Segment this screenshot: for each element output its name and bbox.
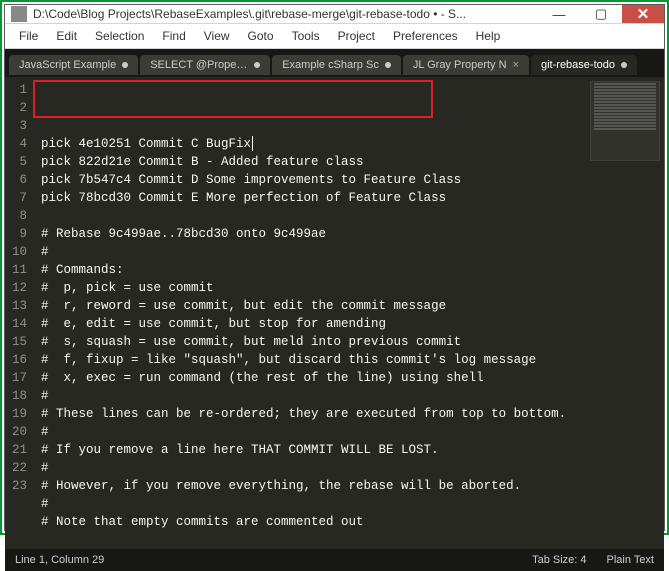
- menu-preferences[interactable]: Preferences: [385, 27, 466, 45]
- line-number: 8: [9, 207, 27, 225]
- tab-label: git-rebase-todo: [541, 59, 615, 71]
- line-number: 18: [9, 387, 27, 405]
- menu-selection[interactable]: Selection: [87, 27, 152, 45]
- tab-csharp-example[interactable]: Example cSharp Sc: [272, 55, 401, 75]
- line-number: 22: [9, 459, 27, 477]
- code-line[interactable]: pick 822d21e Commit B - Added feature cl…: [41, 153, 664, 171]
- close-icon[interactable]: ×: [513, 59, 519, 71]
- maximize-button[interactable]: ▢: [580, 5, 622, 23]
- code-line[interactable]: #: [41, 495, 664, 513]
- minimap[interactable]: [590, 81, 660, 161]
- code-line[interactable]: pick 4e10251 Commit C BugFix: [41, 135, 664, 153]
- statusbar: Line 1, Column 29 Tab Size: 4 Plain Text: [5, 549, 664, 571]
- line-number: 12: [9, 279, 27, 297]
- tab-label: JL Gray Property N: [413, 59, 507, 71]
- code-line[interactable]: pick 7b547c4 Commit D Some improvements …: [41, 171, 664, 189]
- status-syntax[interactable]: Plain Text: [607, 554, 655, 566]
- code-line[interactable]: [41, 207, 664, 225]
- line-number: 17: [9, 369, 27, 387]
- dirty-icon: [254, 62, 260, 68]
- line-number: 7: [9, 189, 27, 207]
- dirty-icon: [621, 62, 627, 68]
- highlight-box: [33, 80, 433, 118]
- code-content[interactable]: pick 4e10251 Commit C BugFixpick 822d21e…: [35, 77, 664, 549]
- menu-goto[interactable]: Goto: [240, 27, 282, 45]
- app-icon: [11, 6, 27, 22]
- code-line[interactable]: #: [41, 459, 664, 477]
- tab-label: Example cSharp Sc: [282, 59, 379, 71]
- status-position[interactable]: Line 1, Column 29: [15, 554, 104, 566]
- tab-javascript-example[interactable]: JavaScript Example: [9, 55, 138, 75]
- code-line[interactable]: [41, 531, 664, 549]
- menu-tools[interactable]: Tools: [284, 27, 328, 45]
- dirty-icon: [122, 62, 128, 68]
- line-number: 2: [9, 99, 27, 117]
- menubar: File Edit Selection Find View Goto Tools…: [5, 24, 664, 49]
- status-tabsize[interactable]: Tab Size: 4: [532, 554, 586, 566]
- code-line[interactable]: # x, exec = run command (the rest of the…: [41, 369, 664, 387]
- menu-project[interactable]: Project: [330, 27, 383, 45]
- code-line[interactable]: # Commands:: [41, 261, 664, 279]
- line-number: 11: [9, 261, 27, 279]
- code-line[interactable]: # p, pick = use commit: [41, 279, 664, 297]
- line-number: 15: [9, 333, 27, 351]
- code-line[interactable]: # If you remove a line here THAT COMMIT …: [41, 441, 664, 459]
- titlebar[interactable]: D:\Code\Blog Projects\RebaseExamples\.gi…: [5, 5, 664, 24]
- code-line[interactable]: # However, if you remove everything, the…: [41, 477, 664, 495]
- menu-find[interactable]: Find: [154, 27, 193, 45]
- tab-git-rebase-todo[interactable]: git-rebase-todo: [531, 55, 637, 75]
- close-button[interactable]: ✕: [622, 5, 664, 23]
- code-line[interactable]: #: [41, 387, 664, 405]
- code-line[interactable]: #: [41, 423, 664, 441]
- tabbar: JavaScript Example SELECT @Property Exam…: [5, 49, 664, 77]
- dirty-icon: [385, 62, 391, 68]
- line-number: 1: [9, 81, 27, 99]
- code-body[interactable]: 1234567891011121314151617181920212223 pi…: [5, 77, 664, 549]
- code-line[interactable]: # e, edit = use commit, but stop for ame…: [41, 315, 664, 333]
- code-line[interactable]: #: [41, 243, 664, 261]
- window: D:\Code\Blog Projects\RebaseExamples\.gi…: [4, 4, 665, 531]
- code-line[interactable]: # These lines can be re-ordered; they ar…: [41, 405, 664, 423]
- line-number: 21: [9, 441, 27, 459]
- line-number: 23: [9, 477, 27, 495]
- line-number: 13: [9, 297, 27, 315]
- window-title: D:\Code\Blog Projects\RebaseExamples\.gi…: [33, 7, 538, 21]
- menu-help[interactable]: Help: [468, 27, 509, 45]
- line-number: 6: [9, 171, 27, 189]
- code-line[interactable]: # Rebase 9c499ae..78bcd30 onto 9c499ae: [41, 225, 664, 243]
- minimize-button[interactable]: —: [538, 5, 580, 23]
- menu-file[interactable]: File: [11, 27, 46, 45]
- code-line[interactable]: # f, fixup = like "squash", but discard …: [41, 351, 664, 369]
- text-cursor: [252, 136, 253, 151]
- code-line[interactable]: # Note that empty commits are commented …: [41, 513, 664, 531]
- line-number: 5: [9, 153, 27, 171]
- tab-label: JavaScript Example: [19, 59, 116, 71]
- menu-edit[interactable]: Edit: [48, 27, 85, 45]
- line-number: 3: [9, 117, 27, 135]
- line-number: 16: [9, 351, 27, 369]
- line-number: 20: [9, 423, 27, 441]
- tab-select-property[interactable]: SELECT @Property: [140, 55, 270, 75]
- code-line[interactable]: pick 78bcd30 Commit E More perfection of…: [41, 189, 664, 207]
- menu-view[interactable]: View: [196, 27, 238, 45]
- line-number: 4: [9, 135, 27, 153]
- code-line[interactable]: # s, squash = use commit, but meld into …: [41, 333, 664, 351]
- tab-jl-gray-property[interactable]: JL Gray Property N ×: [403, 55, 529, 75]
- line-number: 9: [9, 225, 27, 243]
- tab-label: SELECT @Property: [150, 59, 248, 71]
- editor-area: JavaScript Example SELECT @Property Exam…: [5, 49, 664, 571]
- code-line[interactable]: # r, reword = use commit, but edit the c…: [41, 297, 664, 315]
- gutter: 1234567891011121314151617181920212223: [5, 77, 35, 549]
- line-number: 10: [9, 243, 27, 261]
- line-number: 19: [9, 405, 27, 423]
- line-number: 14: [9, 315, 27, 333]
